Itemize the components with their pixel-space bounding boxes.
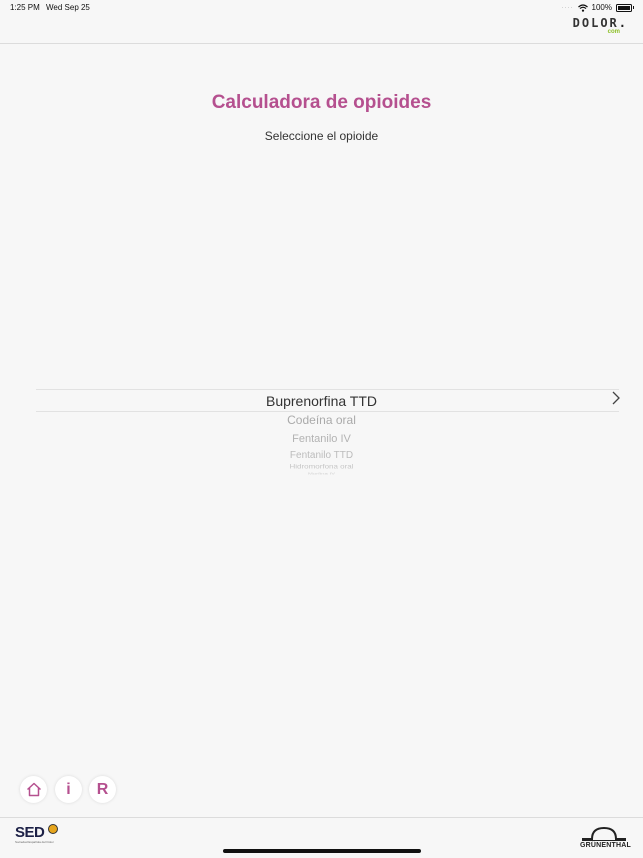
grunenthal-arch-icon (582, 826, 626, 841)
home-indicator[interactable] (223, 849, 421, 853)
picker-option[interactable]: Fentanilo IV (36, 433, 607, 445)
grunenthal-logo-text: GRÜNENTHAL (580, 842, 631, 849)
sed-logo-mark (48, 824, 58, 834)
page-title: Calculadora de opioides (211, 92, 432, 113)
info-button[interactable]: i (55, 776, 82, 803)
reset-label: R (96, 780, 109, 798)
picker-selected-row[interactable]: Buprenorfina TTD (36, 389, 619, 412)
grunenthal-logo: GRÜNENTHAL (580, 825, 631, 849)
sed-logo: SED Sociedad Española del Dolor (15, 824, 58, 844)
home-button[interactable] (20, 776, 47, 803)
picker-option[interactable]: Hidromorfona oral (36, 463, 607, 470)
logo-dot: . (618, 16, 628, 30)
reset-button[interactable]: R (89, 776, 116, 803)
dolor-logo: DOLOR. com (573, 16, 628, 35)
battery-icon (616, 3, 634, 12)
info-label: i (66, 780, 71, 798)
wifi-icon (577, 3, 588, 12)
status-right: ···· 100% (561, 3, 634, 12)
status-time: 1:25 PM (10, 3, 40, 12)
picker-option[interactable]: Fentanilo TTD (36, 450, 607, 461)
status-date: Wed Sep 25 (46, 3, 90, 12)
logo-main-text: DOLOR (572, 16, 619, 30)
opioid-picker[interactable]: Buprenorfina TTD Codeína oral Fentanilo … (36, 388, 621, 480)
signal-indicator: ···· (561, 4, 574, 11)
picker-option[interactable]: Codeína oral (36, 413, 607, 427)
home-icon (26, 782, 41, 797)
footer-divider (0, 817, 643, 818)
picker-selected-label: Buprenorfina TTD (265, 392, 377, 409)
battery-percent: 100% (591, 3, 612, 12)
chevron-right-icon[interactable] (611, 391, 621, 405)
page-subtitle: Seleccione el opioide (264, 129, 379, 143)
picker-option[interactable]: Morfina IV (36, 473, 607, 476)
header-divider (0, 43, 643, 44)
sed-logo-subtext: Sociedad Española del Dolor (15, 840, 54, 844)
